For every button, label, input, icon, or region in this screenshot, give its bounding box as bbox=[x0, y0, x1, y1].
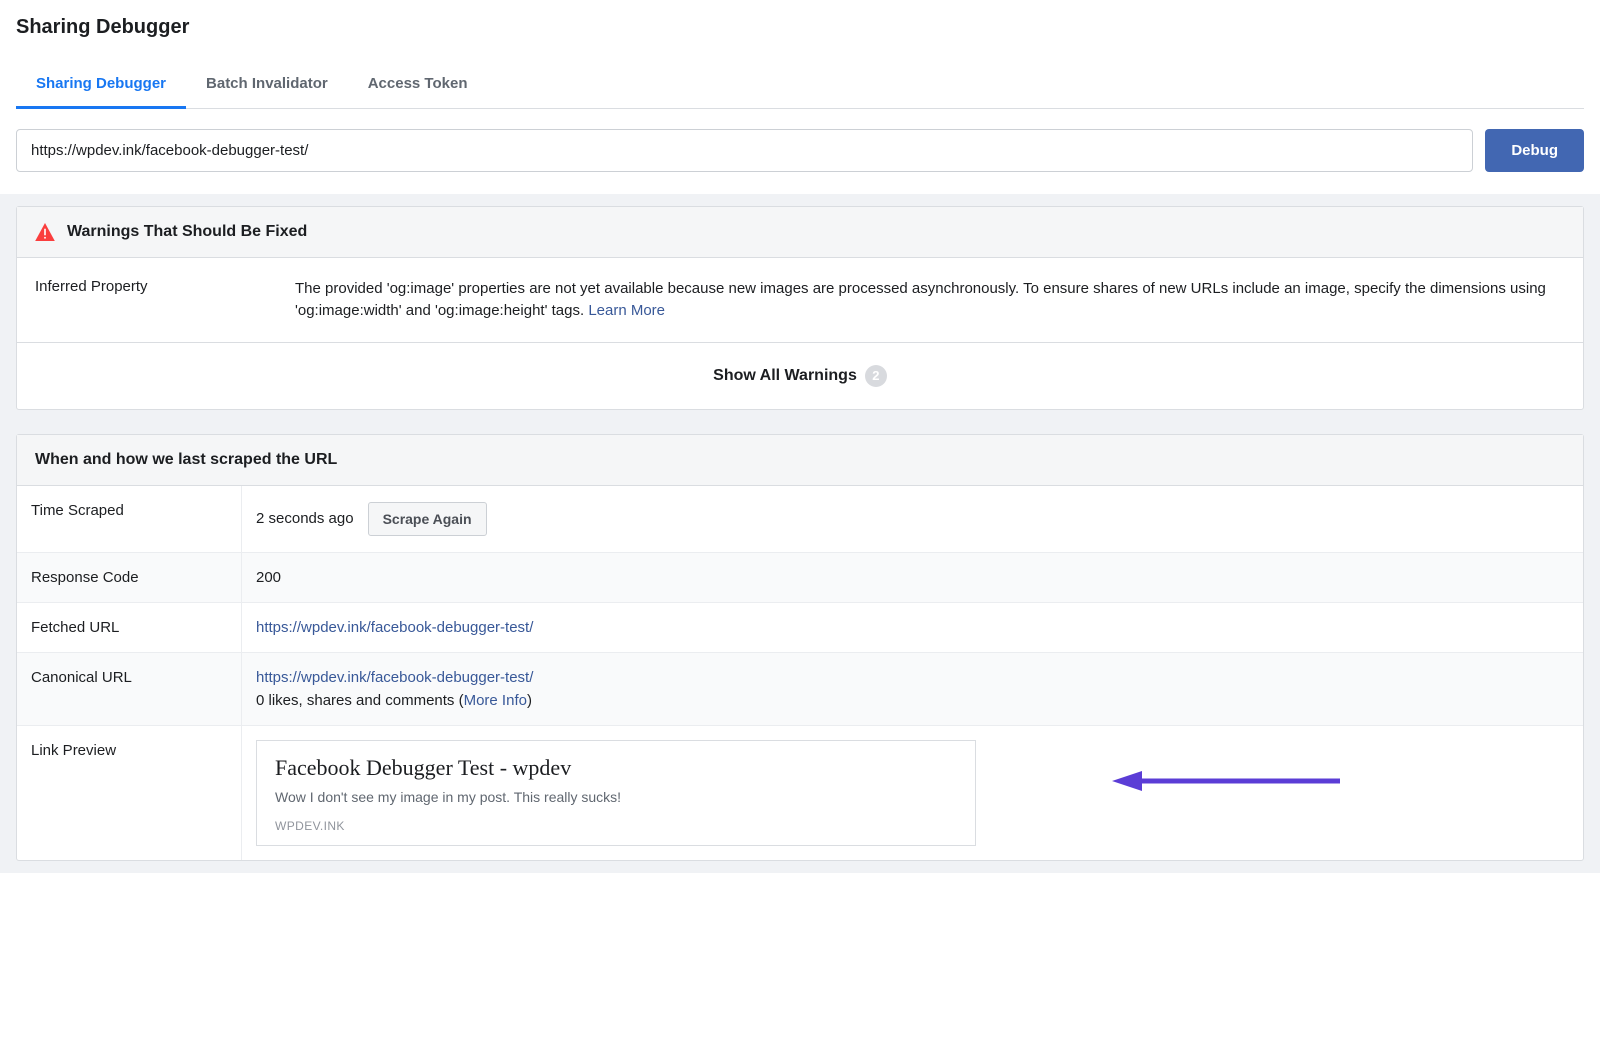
tabs: Sharing Debugger Batch Invalidator Acces… bbox=[16, 63, 1584, 109]
show-all-label: Show All Warnings bbox=[713, 367, 857, 385]
warning-icon bbox=[35, 223, 55, 241]
page-title: Sharing Debugger bbox=[16, 16, 1584, 39]
value-fetched-url[interactable]: https://wpdev.ink/facebook-debugger-test… bbox=[256, 619, 533, 636]
url-row: Debug bbox=[16, 129, 1584, 172]
preview-title: Facebook Debugger Test - wpdev bbox=[275, 755, 957, 781]
warnings-count-badge: 2 bbox=[865, 365, 887, 387]
label-canonical-url: Canonical URL bbox=[17, 653, 242, 725]
value-response-code: 200 bbox=[256, 569, 281, 586]
value-canonical-url[interactable]: https://wpdev.ink/facebook-debugger-test… bbox=[256, 669, 533, 686]
scrape-panel: When and how we last scraped the URL Tim… bbox=[16, 434, 1584, 861]
warning-text: The provided 'og:image' properties are n… bbox=[295, 278, 1565, 322]
scrape-title: When and how we last scraped the URL bbox=[35, 451, 337, 469]
label-time-scraped: Time Scraped bbox=[17, 486, 242, 552]
warning-row: Inferred Property The provided 'og:image… bbox=[17, 258, 1583, 343]
label-response-code: Response Code bbox=[17, 553, 242, 602]
more-info-link[interactable]: More Info bbox=[464, 692, 527, 709]
label-link-preview: Link Preview bbox=[17, 726, 242, 860]
preview-domain: WPDEV.INK bbox=[275, 819, 957, 833]
tab-batch-invalidator[interactable]: Batch Invalidator bbox=[186, 63, 348, 109]
learn-more-link[interactable]: Learn More bbox=[588, 302, 665, 319]
warning-label: Inferred Property bbox=[35, 278, 265, 322]
scrape-again-button[interactable]: Scrape Again bbox=[368, 502, 487, 536]
label-fetched-url: Fetched URL bbox=[17, 603, 242, 652]
show-all-warnings[interactable]: Show All Warnings 2 bbox=[17, 343, 1583, 409]
canonical-stats: 0 likes, shares and comments (More Info) bbox=[256, 692, 532, 709]
preview-description: Wow I don't see my image in my post. Thi… bbox=[275, 789, 957, 805]
row-link-preview: Link Preview Facebook Debugger Test - wp… bbox=[17, 726, 1583, 860]
scrape-header: When and how we last scraped the URL bbox=[17, 435, 1583, 486]
row-response-code: Response Code 200 bbox=[17, 553, 1583, 603]
warnings-title: Warnings That Should Be Fixed bbox=[67, 223, 307, 241]
tab-sharing-debugger[interactable]: Sharing Debugger bbox=[16, 63, 186, 109]
value-time-scraped: 2 seconds ago bbox=[256, 510, 354, 527]
row-fetched-url: Fetched URL https://wpdev.ink/facebook-d… bbox=[17, 603, 1583, 653]
warnings-panel: Warnings That Should Be Fixed Inferred P… bbox=[16, 206, 1584, 410]
tab-access-token[interactable]: Access Token bbox=[348, 63, 488, 109]
link-preview-card: Facebook Debugger Test - wpdev Wow I don… bbox=[256, 740, 976, 846]
debug-button[interactable]: Debug bbox=[1485, 129, 1584, 172]
warnings-header: Warnings That Should Be Fixed bbox=[17, 207, 1583, 258]
row-canonical-url: Canonical URL https://wpdev.ink/facebook… bbox=[17, 653, 1583, 726]
url-input[interactable] bbox=[16, 129, 1473, 172]
row-time-scraped: Time Scraped 2 seconds ago Scrape Again bbox=[17, 486, 1583, 553]
annotation-arrow-icon bbox=[1112, 770, 1342, 792]
